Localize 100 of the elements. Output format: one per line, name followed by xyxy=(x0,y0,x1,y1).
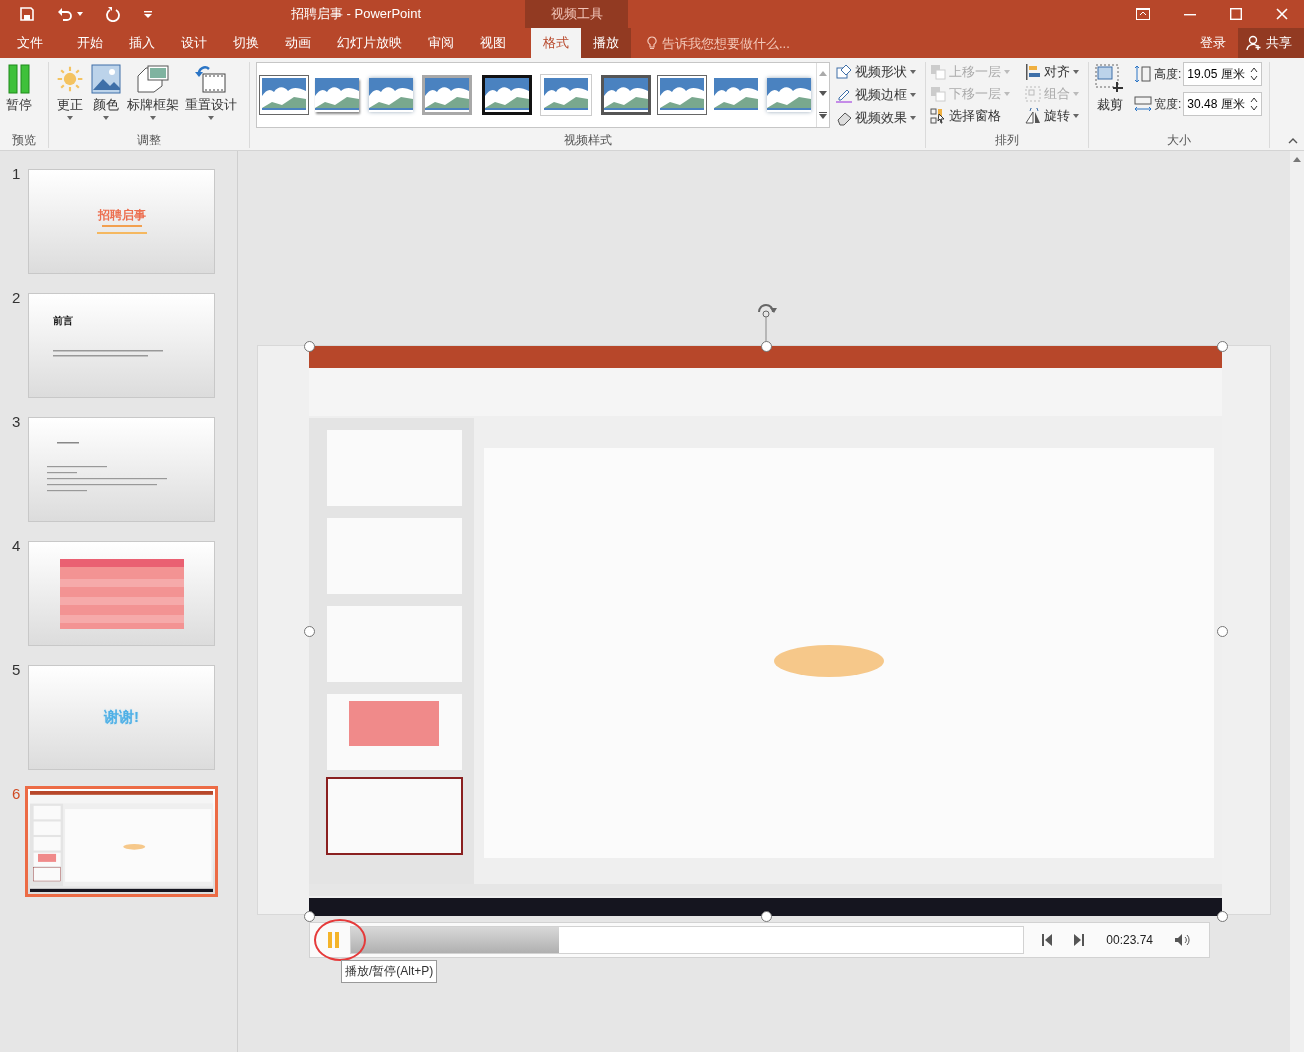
window-title: 招聘启事 - PowerPoint xyxy=(291,5,422,23)
group-label: 调整 xyxy=(136,132,162,148)
tool-group-label: 视频工具 xyxy=(525,0,628,28)
redo-icon[interactable] xyxy=(105,6,121,22)
ribbon-button[interactable]: 标牌框架 xyxy=(124,62,182,120)
slide-title: 前言 xyxy=(53,313,73,328)
layers-icon xyxy=(930,63,946,80)
video-style-thumbnail[interactable] xyxy=(261,78,306,112)
resize-handle[interactable] xyxy=(1217,911,1228,922)
previous-frame-icon[interactable] xyxy=(1042,934,1053,946)
spinner-icon[interactable] xyxy=(1250,96,1259,112)
align-icon xyxy=(1024,63,1041,80)
ribbon-button[interactable]: 颜色 xyxy=(88,62,124,120)
volume-icon[interactable] xyxy=(1175,934,1191,946)
resize-handle[interactable] xyxy=(1217,341,1228,352)
slide-number: 5 xyxy=(11,661,22,678)
person-icon xyxy=(1246,35,1262,51)
sun-icon xyxy=(55,64,85,94)
slide-title: 招聘启事 xyxy=(97,207,146,224)
caret-icon xyxy=(910,69,916,74)
ribbon-tab[interactable]: 开始 xyxy=(64,28,116,58)
slide-number: 4 xyxy=(11,537,22,554)
group-label: 大小 xyxy=(1166,132,1192,148)
ribbon-command[interactable]: 选择窗格 xyxy=(930,106,1017,125)
video-style-thumbnail[interactable] xyxy=(767,78,812,112)
pause-icon xyxy=(8,64,30,94)
width-icon xyxy=(1134,95,1152,113)
ribbon-tab[interactable]: 视图 xyxy=(467,28,519,58)
selection-pane-icon xyxy=(930,107,946,124)
video-style-thumbnail[interactable] xyxy=(368,78,413,112)
resize-handle[interactable] xyxy=(304,341,315,352)
ribbon-button[interactable]: 重置设计 xyxy=(182,62,240,120)
maximize-icon[interactable] xyxy=(1230,8,1242,20)
tell-me-field[interactable]: 告诉我您想要做什么... xyxy=(662,35,832,51)
video-style-thumbnail[interactable] xyxy=(422,75,473,115)
crop-icon xyxy=(1095,64,1125,94)
ribbon-tab[interactable]: 文件 xyxy=(0,28,64,58)
video-style-thumbnail[interactable] xyxy=(315,78,360,112)
next-frame-icon[interactable] xyxy=(1074,934,1085,946)
ribbon-command[interactable]: 对齐 xyxy=(1024,62,1085,81)
close-icon[interactable] xyxy=(1276,8,1288,20)
scroll-up-icon[interactable] xyxy=(1293,157,1301,162)
progress-track[interactable] xyxy=(350,926,1025,954)
ribbon-tab[interactable]: 设计 xyxy=(168,28,220,58)
pause-button[interactable]: 暂停 xyxy=(3,62,35,114)
ribbon-tab[interactable]: 切换 xyxy=(220,28,272,58)
field-label: 高度: xyxy=(1154,65,1182,83)
video-style-thumbnail[interactable] xyxy=(713,78,758,112)
spinner-icon[interactable] xyxy=(1250,66,1259,82)
ribbon-command[interactable]: 视频效果 xyxy=(836,108,916,127)
rotate-icon xyxy=(1024,107,1041,124)
ribbon-button[interactable]: 更正 xyxy=(52,62,88,120)
resize-handle[interactable] xyxy=(304,626,315,637)
slide-number: 2 xyxy=(11,289,22,306)
tooltip: 播放/暂停(Alt+P) xyxy=(341,960,438,983)
caret-icon xyxy=(910,115,916,120)
ribbon-tab[interactable]: 格式 xyxy=(531,28,581,58)
ribbon-tab[interactable]: 审阅 xyxy=(415,28,467,58)
share-button[interactable]: 共享 xyxy=(1238,28,1304,58)
lightbulb-icon xyxy=(647,36,657,50)
crop-button[interactable]: 裁剪 xyxy=(1092,62,1128,114)
size-field[interactable]: 19.05 厘米 xyxy=(1183,62,1263,86)
size-field[interactable]: 30.48 厘米 xyxy=(1183,92,1263,116)
ribbon-command[interactable]: 视频边框 xyxy=(836,85,916,104)
slide-thumbnail[interactable] xyxy=(28,417,215,522)
slide-number: 6 xyxy=(11,785,22,802)
ribbon-tab[interactable]: 幻灯片放映 xyxy=(324,28,415,58)
layers-icon xyxy=(930,85,946,102)
video-style-thumbnail[interactable] xyxy=(660,78,705,112)
sign-in-link[interactable]: 登录 xyxy=(1200,34,1226,52)
save-icon[interactable] xyxy=(19,6,35,22)
time-label: 00:23.74 xyxy=(1106,933,1153,947)
video-style-thumbnail[interactable] xyxy=(481,75,532,115)
shapes-icon xyxy=(836,63,852,80)
resize-handle[interactable] xyxy=(1217,626,1228,637)
field-label: 宽度: xyxy=(1154,95,1182,113)
ribbon-command[interactable]: 视频形状 xyxy=(836,62,916,81)
group-label: 视频样式 xyxy=(562,132,613,148)
vertical-scrollbar[interactable] xyxy=(1290,151,1304,1052)
picture-icon xyxy=(91,64,121,94)
group-label: 预览 xyxy=(11,132,37,148)
slide-thumbnail[interactable]: 前言 xyxy=(28,293,215,398)
height-icon xyxy=(1134,65,1152,83)
more-icon[interactable] xyxy=(819,112,827,120)
caret-icon xyxy=(910,92,916,97)
ribbon-display-icon[interactable] xyxy=(1136,8,1150,20)
ribbon-command[interactable]: 旋转 xyxy=(1024,106,1085,125)
resize-handle[interactable] xyxy=(304,911,315,922)
slide-number: 1 xyxy=(11,165,22,182)
caret-icon[interactable] xyxy=(77,12,83,16)
collapse-ribbon-icon[interactable] xyxy=(1288,138,1298,144)
scroll-down-icon[interactable] xyxy=(819,91,827,97)
resize-handle[interactable] xyxy=(760,341,772,352)
ribbon-tab[interactable]: 插入 xyxy=(116,28,168,58)
customize-icon[interactable] xyxy=(143,9,153,19)
undo-icon[interactable] xyxy=(57,6,73,22)
slide-thumbnail[interactable] xyxy=(28,541,215,646)
ribbon-tab[interactable]: 动画 xyxy=(272,28,324,58)
video-style-thumbnail[interactable] xyxy=(600,75,651,115)
ribbon-tab[interactable]: 播放 xyxy=(581,28,631,58)
